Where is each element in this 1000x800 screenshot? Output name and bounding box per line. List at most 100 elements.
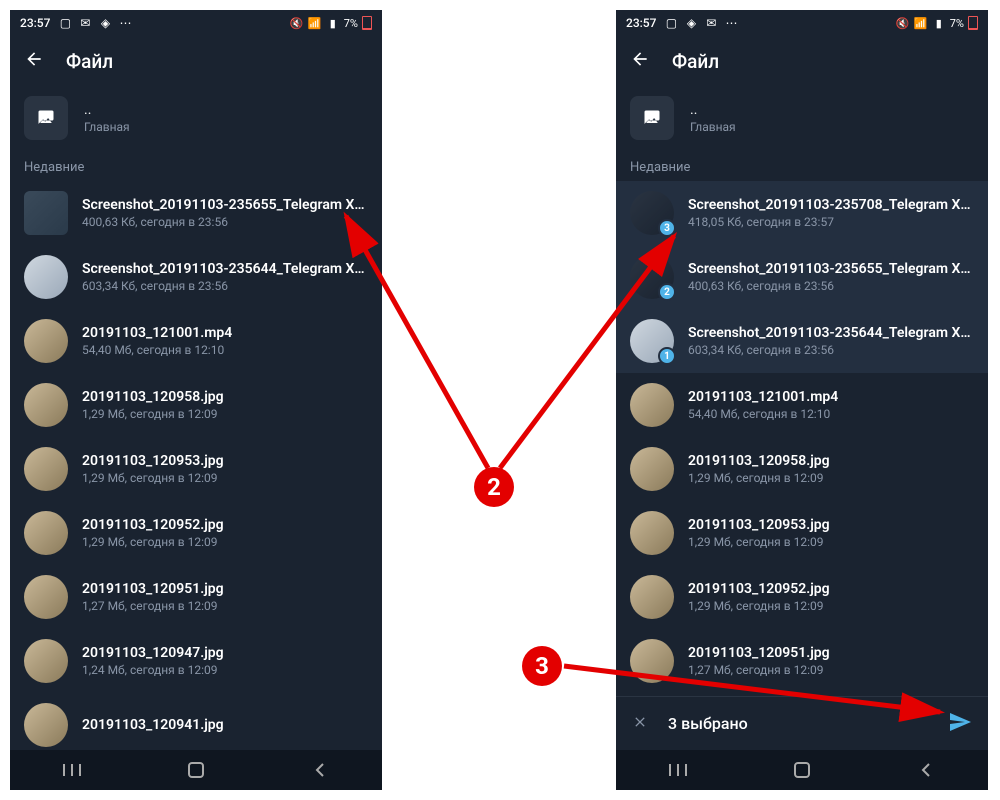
file-row[interactable]: 2 Screenshot_20191103-235655_Telegram X.j… [616, 245, 988, 309]
file-thumbnail [24, 319, 68, 363]
mute-icon: 🔇 [290, 16, 304, 30]
battery-percent: 7% [344, 17, 358, 30]
parent-folder-row[interactable]: .. Главная [10, 86, 382, 150]
file-row[interactable]: 20191103_120951.jpg 1,27 Мб, сегодня в 12… [616, 629, 988, 693]
folder-icon [630, 96, 674, 140]
file-text: Screenshot_20191103-235655_Telegram X.jp… [688, 261, 974, 293]
file-meta: 1,29 Мб, сегодня в 12:09 [688, 535, 974, 549]
file-text: Screenshot_20191103-235655_Telegram X.jp… [82, 197, 368, 229]
file-row[interactable]: 20191103_120951.jpg 1,27 Мб, сегодня в 12… [10, 565, 382, 629]
battery-icon [968, 16, 978, 30]
nav-back[interactable] [915, 759, 937, 781]
nav-recents[interactable] [61, 759, 83, 781]
section-header: Недавние [616, 150, 988, 181]
file-text: 20191103_120958.jpg1,29 Мб, сегодня в 12… [688, 453, 974, 485]
file-name: Screenshot_20191103-235644_Telegram X.jp… [688, 325, 974, 341]
more-icon: ⋯ [118, 16, 132, 30]
file-thumbnail [630, 575, 674, 619]
file-name: 20191103_120951.jpg [82, 581, 368, 597]
clear-selection-button[interactable] [632, 714, 648, 734]
file-row[interactable]: Screenshot_20191103-235644_Telegram X.jp… [10, 245, 382, 309]
telegram-icon: ◈ [98, 16, 112, 30]
file-row[interactable]: 20191103_120941.jpg [10, 693, 382, 750]
file-meta: 1,27 Мб, сегодня в 12:09 [688, 663, 974, 677]
signal-icon: ▮ [932, 16, 946, 30]
file-meta: 54,40 Мб, сегодня в 12:10 [688, 407, 974, 421]
nav-home[interactable] [791, 759, 813, 781]
image-icon: ▢ [58, 16, 72, 30]
nav-back[interactable] [309, 759, 331, 781]
file-name: 20191103_120958.jpg [82, 389, 368, 405]
wifi-icon: 📶 [308, 16, 322, 30]
file-thumbnail [24, 191, 68, 235]
file-meta: 603,34 Кб, сегодня в 23:56 [82, 279, 368, 293]
file-row[interactable]: 20191103_120953.jpg1,29 Мб, сегодня в 12… [616, 501, 988, 565]
parent-folder-row[interactable]: .. Главная [616, 86, 988, 150]
file-meta: 1,27 Мб, сегодня в 12:09 [82, 599, 368, 613]
file-meta: 1,29 Мб, сегодня в 12:09 [82, 407, 368, 421]
more-icon: ⋯ [724, 16, 738, 30]
file-thumbnail [24, 383, 68, 427]
status-time: 23:57 [626, 16, 656, 30]
wifi-icon: 📶 [914, 16, 928, 30]
file-meta: 400,63 Кб, сегодня в 23:56 [82, 215, 368, 229]
file-name: 20191103_120951.jpg [688, 645, 974, 661]
file-thumbnail [24, 447, 68, 491]
file-text: Screenshot_20191103-235708_Telegram X.jp… [688, 197, 974, 229]
status-bar: 23:57 ▢ ◈ ✉ ⋯ 🔇 📶 ▮ 7% [616, 10, 988, 36]
nav-home[interactable] [185, 759, 207, 781]
file-text: 20191103_120941.jpg [82, 717, 368, 733]
battery-percent: 7% [950, 17, 964, 30]
back-button[interactable] [24, 49, 44, 73]
signal-icon: ▮ [326, 16, 340, 30]
file-thumbnail [24, 575, 68, 619]
file-row[interactable]: 20191103_120952.jpg 1,29 Мб, сегодня в 12… [10, 501, 382, 565]
phone-screen-left: 23:57 ▢ ✉ ◈ ⋯ 🔇 📶 ▮ 7% Файл .. Главная Н… [10, 10, 382, 790]
mail-icon: ✉ [704, 16, 718, 30]
file-row[interactable]: 20191103_121001.mp454,40 Мб, сегодня в 1… [10, 309, 382, 373]
file-row[interactable]: Screenshot_20191103-235655_Telegram X.jp… [10, 181, 382, 245]
file-text: 20191103_120952.jpg 1,29 Мб, сегодня в 12… [82, 517, 368, 549]
folder-dots: .. [84, 102, 130, 118]
file-row[interactable]: 20191103_120958.jpg1,29 Мб, сегодня в 12… [616, 437, 988, 501]
status-bar: 23:57 ▢ ✉ ◈ ⋯ 🔇 📶 ▮ 7% [10, 10, 382, 36]
nav-recents[interactable] [667, 759, 689, 781]
file-row[interactable]: 20191103_121001.mp454,40 Мб, сегодня в 1… [616, 373, 988, 437]
file-row[interactable]: 1 Screenshot_20191103-235644_Telegram X.j… [616, 309, 988, 373]
app-bar: Файл [616, 36, 988, 86]
file-text: 20191103_120951.jpg 1,27 Мб, сегодня в 12… [688, 645, 974, 677]
file-meta: 1,29 Мб, сегодня в 12:09 [688, 599, 974, 613]
file-row[interactable]: 20191103_120958.jpg 1,29 Мб, сегодня в 12… [10, 373, 382, 437]
file-row[interactable]: 20191103_120952.jpg 1,29 Мб, сегодня в 12… [616, 565, 988, 629]
app-title: Файл [66, 50, 113, 73]
image-icon: ▢ [664, 16, 678, 30]
file-meta: 1,29 Мб, сегодня в 12:09 [82, 535, 368, 549]
file-row[interactable]: 20191103_120947.jpg1,24 Мб, сегодня в 12… [10, 629, 382, 693]
file-meta: 1,24 Мб, сегодня в 12:09 [82, 663, 368, 677]
file-name: 20191103_121001.mp4 [82, 325, 368, 341]
file-name: 20191103_120952.jpg [82, 517, 368, 533]
file-meta: 418,05 Кб, сегодня в 23:57 [688, 215, 974, 229]
file-name: Screenshot_20191103-235655_Telegram X.jp… [688, 261, 974, 277]
folder-icon [24, 96, 68, 140]
file-text: Screenshot_20191103-235644_Telegram X.jp… [688, 325, 974, 357]
mail-icon: ✉ [78, 16, 92, 30]
file-text: 20191103_121001.mp454,40 Мб, сегодня в 1… [688, 389, 974, 421]
file-thumbnail: 1 [630, 319, 674, 363]
status-right-icons: 🔇 📶 ▮ 7% [290, 16, 372, 30]
app-title: Файл [672, 50, 719, 73]
file-name: 20191103_120952.jpg [688, 581, 974, 597]
back-button[interactable] [630, 49, 650, 73]
file-text: 20191103_120952.jpg 1,29 Мб, сегодня в 12… [688, 581, 974, 613]
file-row[interactable]: 3 Screenshot_20191103-235708_Telegram X.j… [616, 181, 988, 245]
file-text: 20191103_120953.jpg1,29 Мб, сегодня в 12… [82, 453, 368, 485]
android-nav-bar [616, 750, 988, 790]
file-thumbnail: 3 [630, 191, 674, 235]
folder-sub: Главная [84, 120, 130, 134]
file-name: Screenshot_20191103-235655_Telegram X.jp… [82, 197, 368, 213]
file-thumbnail: 2 [630, 255, 674, 299]
file-row[interactable]: 20191103_120953.jpg1,29 Мб, сегодня в 12… [10, 437, 382, 501]
file-name: 20191103_120941.jpg [82, 717, 368, 733]
send-button[interactable] [948, 710, 972, 738]
selection-count: 3 выбрано [668, 714, 928, 733]
